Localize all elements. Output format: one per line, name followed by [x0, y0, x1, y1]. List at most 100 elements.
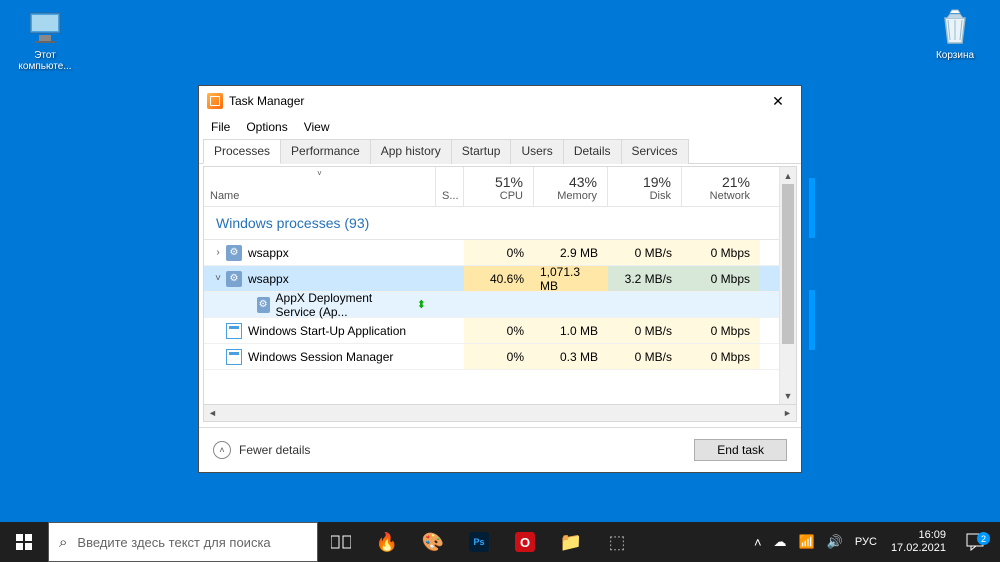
tab-details[interactable]: Details: [563, 139, 622, 164]
tray-chevron-up-icon[interactable]: ˄: [748, 535, 768, 550]
memory-value: 2.9 MB: [534, 240, 608, 265]
tab-services[interactable]: Services: [621, 139, 689, 164]
taskbar-app-paint[interactable]: 🎨: [410, 522, 456, 562]
tab-app-history[interactable]: App history: [370, 139, 452, 164]
tab-users[interactable]: Users: [510, 139, 563, 164]
process-row[interactable]: AppX Deployment Service (Ap... ⬍: [204, 292, 779, 318]
process-name: wsappx: [248, 246, 289, 260]
scroll-left-icon[interactable]: ◄: [204, 405, 221, 421]
process-row[interactable]: ›wsappx0%2.9 MB0 MB/s0 Mbps: [204, 240, 779, 266]
process-name: Windows Session Manager: [248, 350, 393, 364]
cpu-value: 0%: [464, 318, 534, 343]
memory-value: 0.3 MB: [534, 344, 608, 369]
col-memory[interactable]: 43% Memory: [534, 167, 608, 206]
col-network[interactable]: 21% Network: [682, 167, 760, 206]
process-name: Windows Start-Up Application: [248, 324, 406, 338]
process-icon: [257, 297, 270, 313]
disk-value: 3.2 MB/s: [608, 266, 682, 291]
process-row[interactable]: ˅ wsappx 40.6%1,071.3 MB3.2 MB/s0 Mbps: [204, 266, 779, 292]
expand-toggle[interactable]: ˅: [210, 273, 226, 284]
taskbar-app-opera[interactable]: O: [502, 522, 548, 562]
cpu-value: [464, 292, 534, 317]
notifications-button[interactable]: 2: [954, 533, 996, 551]
col-name[interactable]: ˅ Name: [204, 167, 436, 206]
disk-value: 0 MB/s: [608, 240, 682, 265]
tray-language[interactable]: РУС: [849, 536, 883, 548]
desktop-icon-recycle-bin[interactable]: Корзина: [920, 8, 990, 61]
scroll-thumb[interactable]: [782, 184, 794, 344]
taskbar-app-explorer[interactable]: 📁: [548, 522, 594, 562]
process-row[interactable]: Windows Start-Up Application 0%1.0 MB0 MB…: [204, 318, 779, 344]
disk-value: 0 MB/s: [608, 344, 682, 369]
col-disk[interactable]: 19% Disk: [608, 167, 682, 206]
cpu-value: 0%: [464, 344, 534, 369]
tab-processes[interactable]: Processes: [203, 139, 281, 164]
leaf-indicator-icon: ⬍: [417, 298, 426, 311]
start-button[interactable]: [0, 522, 48, 562]
process-name: AppX Deployment Service (Ap...: [276, 291, 413, 319]
tab-strip: Processes Performance App history Startu…: [199, 138, 801, 164]
disk-value: [608, 292, 682, 317]
window-footer: ˄ Fewer details End task: [199, 427, 801, 472]
tab-performance[interactable]: Performance: [280, 139, 371, 164]
col-status[interactable]: S...: [436, 167, 464, 206]
window-title: Task Manager: [229, 94, 304, 108]
close-button[interactable]: ✕: [755, 86, 801, 116]
fewer-details-button[interactable]: ˄ Fewer details: [213, 441, 310, 459]
scroll-right-icon[interactable]: ►: [779, 405, 796, 421]
menu-bar: File Options View: [199, 116, 801, 138]
network-value: [682, 292, 760, 317]
titlebar[interactable]: Task Manager ✕: [199, 86, 801, 116]
taskmgr-icon: [207, 93, 223, 109]
process-icon: [226, 245, 242, 261]
accent-decoration: [809, 178, 815, 238]
group-windows-processes[interactable]: Windows processes (93): [204, 207, 779, 240]
task-view-button[interactable]: [318, 522, 364, 562]
task-manager-window: Task Manager ✕ File Options View Process…: [198, 85, 802, 473]
menu-view[interactable]: View: [296, 118, 338, 136]
expand-toggle[interactable]: ›: [210, 247, 226, 258]
notification-badge: 2: [977, 532, 990, 545]
taskbar-app-flame[interactable]: 🔥: [364, 522, 410, 562]
cpu-value: 40.6%: [464, 266, 534, 291]
menu-options[interactable]: Options: [238, 118, 295, 136]
tray-wifi-icon[interactable]: 📶: [793, 534, 821, 550]
search-icon: ⌕: [59, 534, 67, 551]
scroll-down-icon[interactable]: ▼: [780, 387, 796, 404]
taskbar-app-generic[interactable]: ⬚: [594, 522, 640, 562]
disk-value: 0 MB/s: [608, 318, 682, 343]
process-list: Windows processes (93) ›wsappx0%2.9 MB0 …: [204, 207, 779, 404]
process-icon: [226, 323, 242, 339]
network-value: 0 Mbps: [682, 344, 760, 369]
scroll-up-icon[interactable]: ▲: [780, 167, 796, 184]
vertical-scrollbar[interactable]: ▲ ▼: [779, 167, 796, 404]
chevron-up-icon: ˄: [213, 441, 231, 459]
desktop-icon-label: Корзина: [920, 50, 990, 61]
accent-decoration: [809, 290, 815, 350]
memory-value: 1,071.3 MB: [534, 266, 608, 291]
horizontal-scrollbar[interactable]: ◄ ►: [203, 405, 797, 422]
tray-volume-icon[interactable]: 🔊: [821, 534, 849, 550]
tray-onedrive-icon[interactable]: ☁: [768, 534, 793, 550]
process-name: wsappx: [248, 272, 289, 286]
memory-value: [534, 292, 608, 317]
tab-startup[interactable]: Startup: [451, 139, 512, 164]
process-icon: [226, 349, 242, 365]
desktop-icon-this-pc[interactable]: Этот компьюте...: [10, 8, 80, 72]
system-tray: ˄ ☁ 📶 🔊 РУС 16:09 17.02.2021 2: [748, 522, 1000, 562]
end-task-button[interactable]: End task: [694, 439, 787, 461]
sort-indicator-icon: ˅: [317, 169, 322, 178]
taskbar-clock[interactable]: 16:09 17.02.2021: [883, 529, 954, 555]
network-value: 0 Mbps: [682, 266, 760, 291]
memory-value: 1.0 MB: [534, 318, 608, 343]
menu-file[interactable]: File: [203, 118, 238, 136]
col-cpu[interactable]: 51% CPU: [464, 167, 534, 206]
cpu-value: 0%: [464, 240, 534, 265]
desktop-icon-label: Этот компьюте...: [10, 50, 80, 72]
search-input[interactable]: ⌕ Введите здесь текст для поиска: [48, 522, 318, 562]
process-icon: [226, 271, 242, 287]
taskbar: ⌕ Введите здесь текст для поиска 🔥 🎨 Ps …: [0, 522, 1000, 562]
network-value: 0 Mbps: [682, 318, 760, 343]
taskbar-app-photoshop[interactable]: Ps: [456, 522, 502, 562]
process-row[interactable]: Windows Session Manager 0%0.3 MB0 MB/s0 M…: [204, 344, 779, 370]
